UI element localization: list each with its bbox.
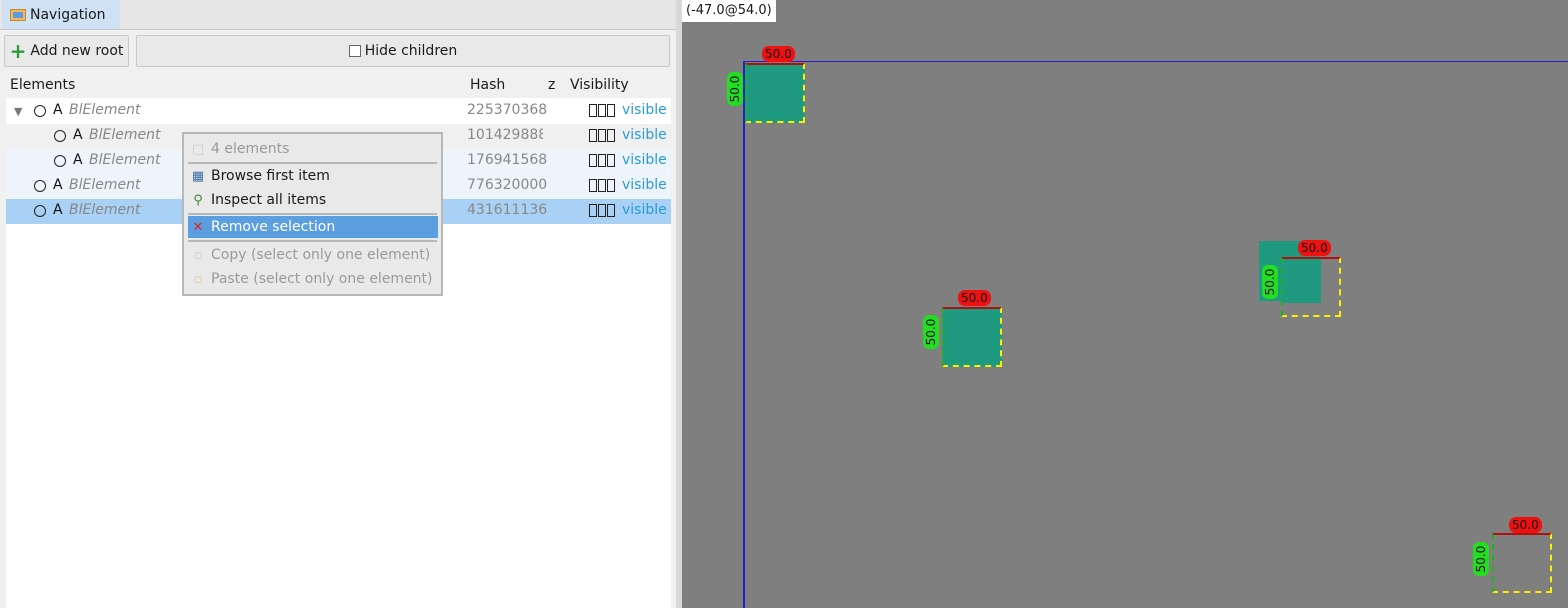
menu-separator xyxy=(188,162,437,164)
menu-separator xyxy=(188,240,437,242)
tab-label: Navigation xyxy=(30,6,106,23)
element-hash: 225370368 xyxy=(467,102,548,118)
height-label: 50.0 xyxy=(727,72,743,106)
element-marker: A xyxy=(53,177,63,193)
height-label: 50.0 xyxy=(1262,265,1278,299)
element-hash: 431611136 xyxy=(467,202,548,218)
element-canvas[interactable] xyxy=(682,0,1568,608)
context-menu: □ 4 elements ▦ Browse first item ⚲ Inspe… xyxy=(182,132,443,296)
circle-icon xyxy=(34,205,46,217)
element-name: BlElement xyxy=(69,177,141,193)
circle-icon xyxy=(34,180,46,192)
toolbar: + Add new root Hide children xyxy=(0,30,676,72)
grid-icon: ▦ xyxy=(191,168,205,184)
column-header-visibility[interactable]: Visibility xyxy=(570,77,629,93)
navigation-panel: Navigation + Add new root Hide children … xyxy=(0,0,676,608)
visibility-boxes-icon xyxy=(589,104,615,117)
visibility-boxes-icon xyxy=(589,179,615,192)
table-row[interactable]: ▼ A BlElement 225370368 visible xyxy=(6,99,671,124)
visibility-link[interactable]: visible xyxy=(622,177,667,193)
column-header-z[interactable]: z xyxy=(548,77,555,93)
element-hash: 101429888 xyxy=(467,127,543,143)
x-axis-line xyxy=(743,61,1568,62)
visibility-boxes-icon xyxy=(589,204,615,217)
circle-icon xyxy=(54,155,66,167)
visibility-link[interactable]: visible xyxy=(622,152,667,168)
element-marker: A xyxy=(53,202,63,218)
elements-icon: □ xyxy=(191,141,205,157)
visibility-link[interactable]: visible xyxy=(622,127,667,143)
menu-header-label: 4 elements xyxy=(211,141,290,157)
width-label: 50.0 xyxy=(762,46,795,62)
element-bounds xyxy=(1281,257,1341,317)
width-label: 50.0 xyxy=(958,290,991,306)
element-name: BlElement xyxy=(69,202,141,218)
menu-item-paste: ▫ Paste (select only one element) xyxy=(188,268,438,290)
menu-header: □ 4 elements xyxy=(188,138,438,160)
visibility-boxes-icon xyxy=(589,129,615,142)
copy-icon: ▫ xyxy=(193,247,203,263)
table-header: Elements Hash z Visibility xyxy=(6,74,671,98)
menu-item-label: Inspect all items xyxy=(211,192,327,208)
menu-item-label: Remove selection xyxy=(211,219,336,235)
element-bounds[interactable] xyxy=(1492,533,1552,593)
menu-item-label: Copy (select only one element) xyxy=(211,247,431,263)
element-marker: A xyxy=(73,152,83,168)
add-new-root-button[interactable]: + Add new root xyxy=(4,35,129,67)
height-label: 50.0 xyxy=(923,315,939,349)
element-hash: 176941568 xyxy=(467,152,548,168)
element-name: BlElement xyxy=(69,102,141,118)
column-header-elements[interactable]: Elements xyxy=(10,77,75,93)
window-icon xyxy=(10,8,26,21)
circle-icon xyxy=(34,105,46,117)
element-bounds xyxy=(942,307,1002,367)
column-header-hash[interactable]: Hash xyxy=(470,77,505,93)
menu-item-label: Browse first item xyxy=(211,168,330,184)
menu-item-remove-selection[interactable]: ✕ Remove selection xyxy=(188,216,438,238)
hide-children-checkbox[interactable] xyxy=(348,45,361,57)
visibility-boxes-icon xyxy=(589,154,615,167)
width-label: 50.0 xyxy=(1298,240,1331,256)
close-icon: ✕ xyxy=(192,219,204,235)
coordinate-readout: (-47.0@54.0) xyxy=(682,0,776,22)
element-name: BlElement xyxy=(89,127,161,143)
tab-navigation[interactable]: Navigation xyxy=(2,0,120,29)
paste-icon: ▫ xyxy=(193,271,203,287)
inspect-icon: ⚲ xyxy=(193,192,203,208)
tab-bar: Navigation xyxy=(0,0,676,30)
menu-item-inspect-all-items[interactable]: ⚲ Inspect all items xyxy=(188,189,438,211)
element-marker: A xyxy=(53,102,63,118)
element-bounds xyxy=(745,63,805,123)
element-name: BlElement xyxy=(89,152,161,168)
hide-children-toggle[interactable]: Hide children xyxy=(136,35,670,67)
visibility-link[interactable]: visible xyxy=(622,202,667,218)
element-hash: 776320000 xyxy=(467,177,548,193)
circle-icon xyxy=(54,130,66,142)
hide-children-label: Hide children xyxy=(364,43,458,59)
height-label: 50.0 xyxy=(1473,542,1489,576)
add-new-root-label: Add new root xyxy=(30,43,124,59)
width-label: 50.0 xyxy=(1509,517,1542,533)
plus-icon: + xyxy=(9,39,27,63)
menu-item-copy: ▫ Copy (select only one element) xyxy=(188,244,438,266)
menu-item-label: Paste (select only one element) xyxy=(211,271,433,287)
element-marker: A xyxy=(73,127,83,143)
expand-arrow-icon[interactable]: ▼ xyxy=(14,105,22,118)
visibility-link[interactable]: visible xyxy=(622,102,667,118)
y-axis-line xyxy=(743,61,745,608)
menu-item-browse-first-item[interactable]: ▦ Browse first item xyxy=(188,165,438,187)
menu-separator xyxy=(188,213,437,215)
